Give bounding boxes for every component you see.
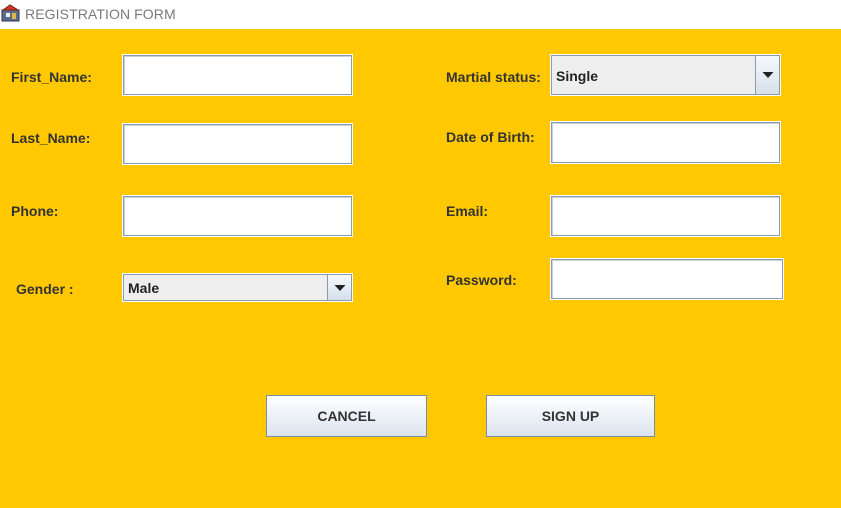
sign-up-button[interactable]: SIGN UP	[486, 395, 655, 437]
phone-label: Phone:	[11, 203, 59, 219]
last-name-field[interactable]	[122, 123, 353, 165]
phone-field[interactable]	[122, 195, 353, 237]
title-bar: REGISTRATION FORM	[0, 0, 841, 29]
last-name-label: Last_Name:	[11, 130, 91, 146]
cancel-button[interactable]: CANCEL	[266, 395, 427, 437]
marital-status-dropdown[interactable]: Single	[551, 55, 780, 95]
date-of-birth-field[interactable]	[550, 121, 781, 164]
first-name-label: First_Name:	[11, 69, 92, 85]
date-of-birth-label: Date of Birth:	[446, 129, 535, 145]
marital-status-label: Martial status:	[446, 69, 541, 85]
email-field[interactable]	[550, 195, 781, 237]
email-label: Email:	[446, 203, 489, 219]
window-title: REGISTRATION FORM	[25, 6, 176, 22]
password-label: Password:	[446, 272, 517, 288]
password-field[interactable]	[550, 258, 784, 300]
chevron-down-icon	[762, 72, 773, 78]
gender-selected-value: Male	[128, 280, 160, 296]
registration-window: REGISTRATION FORM First_Name: Last_Name:…	[0, 0, 841, 508]
java-app-icon	[1, 4, 20, 22]
form-panel: First_Name: Last_Name: Phone: Gender : M…	[0, 29, 841, 508]
first-name-field[interactable]	[122, 54, 353, 96]
chevron-down-icon	[334, 284, 345, 291]
gender-label: Gender :	[16, 281, 74, 297]
marital-status-selected-value: Single	[556, 68, 599, 84]
gender-dropdown[interactable]: Male	[123, 274, 352, 301]
gender-dropdown-arrow[interactable]	[327, 274, 352, 301]
marital-status-dropdown-arrow[interactable]	[755, 55, 780, 95]
